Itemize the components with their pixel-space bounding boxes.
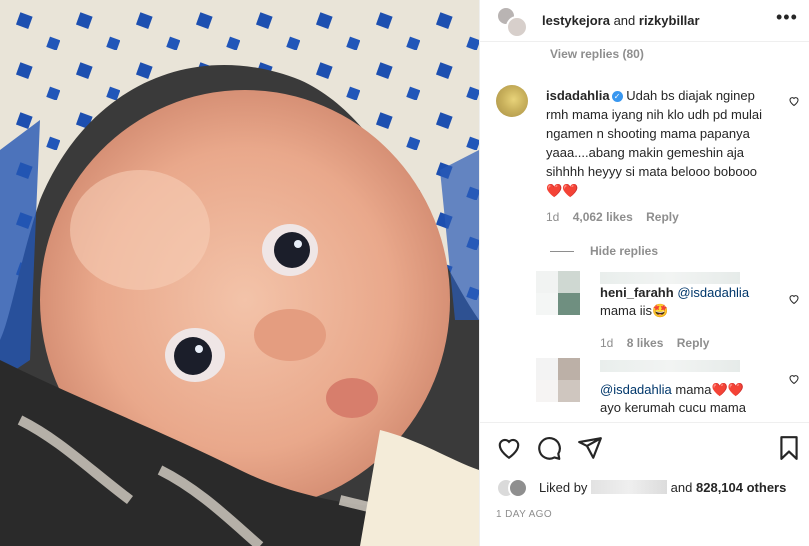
liked-by-prefix: Liked by [539,480,588,495]
post-panel: lestykejora and rizkybillar ••• View rep… [479,0,809,546]
avatar[interactable] [506,16,528,38]
post-actions [480,422,809,470]
more-options-icon[interactable]: ••• [776,8,797,28]
reply-text: mama iis🤩 [600,303,669,318]
verified-badge-icon: ✓ [611,91,623,102]
post-timestamp[interactable]: 1 DAY AGO [496,509,552,520]
reply-text-line2: ayo kerumah cucu mama [600,400,746,415]
author-avatars[interactable] [496,6,528,38]
blurred-username [600,360,740,372]
comment-body: isdadahlia ✓ Udah bs diajak nginep rmh ma… [546,86,776,200]
blurred-username [600,272,740,284]
author-link-1[interactable]: lestykejora [542,13,610,28]
reply-text: mama❤️❤️ [675,382,744,397]
likes-summary: Liked by and 828,104 others [496,476,806,498]
heart-icon[interactable] [496,435,522,461]
comment-meta: 1d 4,062 likes Reply [546,210,679,224]
baby-photo-illustration [0,0,479,546]
reply-body: @isdadahlia mama❤️❤️ ayo kerumah cucu ma… [600,381,780,417]
liked-by-text: Liked by and 828,104 others [539,480,786,495]
avatar[interactable] [536,358,580,402]
liked-by-joiner: and [670,480,693,495]
mention-link[interactable]: @isdadahlia [677,285,749,300]
heart-icon[interactable] [788,293,800,305]
divider [550,251,574,252]
reply-age: 1d [600,336,614,350]
post-photo[interactable] [0,0,479,546]
reply-likes[interactable]: 8 likes [627,336,664,350]
reply-body: heni_farahh @isdadahlia mama iis🤩 [600,284,780,320]
reply-button[interactable]: Reply [646,210,679,224]
reply-button[interactable]: Reply [677,336,710,350]
view-replies-link[interactable]: View replies (80) [550,47,644,61]
comment-likes[interactable]: 4,062 likes [573,210,633,224]
heart-icon[interactable] [788,95,800,107]
avatar[interactable] [508,478,528,498]
authors-joiner: and [613,13,636,28]
heart-icon[interactable] [788,373,800,385]
avatar[interactable] [536,271,580,315]
avatar[interactable] [496,85,528,117]
comment-username[interactable]: isdadahlia [546,88,610,103]
blurred-username [591,480,668,494]
reply-meta: 1d 8 likes Reply [600,336,709,350]
comments-list: View replies (80) isdadahlia ✓ Udah bs di… [480,43,809,421]
post-authors: lestykejora and rizkybillar [542,13,700,28]
comment-text: Udah bs diajak nginep rmh mama iyang nih… [546,88,763,198]
reply-username[interactable]: heni_farahh [600,285,674,300]
bookmark-icon[interactable] [776,435,802,461]
comment-age: 1d [546,210,560,224]
author-link-2[interactable]: rizkybillar [639,13,700,28]
post-header: lestykejora and rizkybillar ••• [480,0,809,42]
share-icon[interactable] [577,435,603,461]
mention-link[interactable]: @isdadahlia [600,382,672,397]
comment-icon[interactable] [536,435,562,461]
hide-replies-link[interactable]: Hide replies [590,244,658,258]
likes-count-link[interactable]: 828,104 others [696,480,786,495]
